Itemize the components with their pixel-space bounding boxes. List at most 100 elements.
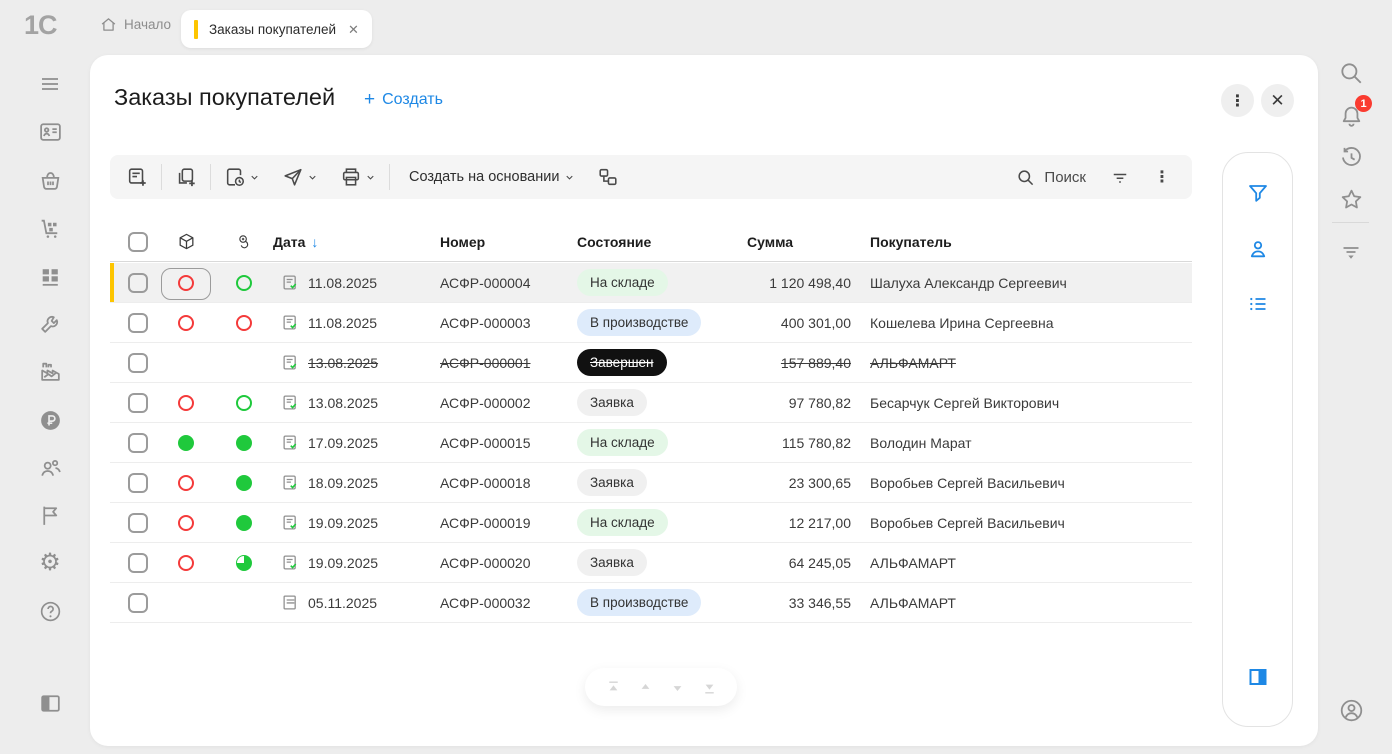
order-row[interactable]: 13.08.2025АСФР-000001Завершен157 889,40А…	[110, 343, 1192, 383]
column-number[interactable]: Номер	[440, 222, 485, 261]
order-row[interactable]: 05.11.2025АСФР-000032В производстве33 34…	[110, 583, 1192, 623]
settings-button[interactable]: ⚙	[35, 548, 65, 578]
row-checkbox[interactable]	[128, 273, 148, 293]
filter-list-button[interactable]	[1110, 167, 1130, 187]
menu-icon	[38, 72, 62, 96]
print-icon	[340, 166, 362, 188]
create-document-button[interactable]	[126, 166, 148, 188]
related-documents-icon	[597, 166, 619, 188]
document-icon	[282, 594, 299, 611]
favorites-button[interactable]	[1337, 185, 1365, 213]
row-checkbox[interactable]	[128, 353, 148, 373]
row-checkbox[interactable]	[128, 513, 148, 533]
chevron-down-icon	[564, 172, 575, 183]
section-warehouse-button[interactable]	[35, 261, 65, 291]
list-settings-button[interactable]	[1244, 290, 1272, 318]
toolbar-separator	[161, 164, 162, 190]
column-buyer[interactable]: Покупатель	[870, 222, 952, 261]
order-row[interactable]: 11.08.2025АСФР-000003В производстве400 3…	[110, 303, 1192, 343]
section-purchases-button[interactable]	[35, 213, 65, 243]
filter-panel-toggle-button[interactable]	[1244, 663, 1272, 691]
order-row[interactable]: 19.09.2025АСФР-000019На складе12 217,00В…	[110, 503, 1192, 543]
payment-status-indicator	[236, 435, 252, 451]
section-sales-button[interactable]	[35, 165, 65, 195]
section-staff-button[interactable]	[35, 453, 65, 483]
create-based-on-button[interactable]: Создать на основании	[403, 169, 575, 185]
scroll-bottom-button[interactable]	[701, 679, 718, 696]
order-row[interactable]: 17.09.2025АСФР-000015На складе115 780,82…	[110, 423, 1192, 463]
column-shipment[interactable]	[166, 222, 206, 261]
create-based-on-label: Создать на основании	[409, 169, 559, 185]
list-settings-icon	[1246, 292, 1270, 316]
column-date-label: Дата	[273, 234, 305, 250]
create-button-label: Создать	[382, 91, 443, 109]
tab-close-icon[interactable]: ✕	[348, 23, 359, 36]
document-period-button[interactable]	[224, 166, 260, 188]
history-button[interactable]	[1337, 143, 1365, 171]
card-close-button[interactable]: ✕	[1261, 84, 1294, 117]
document-posted-icon	[282, 354, 299, 371]
order-date: 11.08.2025	[308, 275, 377, 291]
select-all-checkbox[interactable]	[128, 222, 148, 261]
copy-document-button[interactable]	[175, 166, 197, 188]
menu-button[interactable]	[35, 69, 65, 99]
order-row[interactable]: 11.08.2025АСФР-000004На складе1 120 498,…	[110, 263, 1192, 303]
list-more-button[interactable]: ⋮	[1154, 167, 1170, 187]
section-company-button[interactable]	[35, 500, 65, 530]
toolbar-right-group: Поиск ⋮	[1016, 167, 1176, 187]
related-documents-button[interactable]	[597, 166, 619, 188]
order-sum: 64 245,05	[670, 543, 851, 582]
panel-collapse-button[interactable]	[1337, 238, 1365, 266]
status-pill: На складе	[577, 509, 668, 536]
right-rail-divider	[1332, 222, 1369, 223]
card-more-button[interactable]: ⋮	[1221, 84, 1254, 117]
global-search-button[interactable]	[1337, 59, 1365, 87]
help-button[interactable]	[35, 596, 65, 626]
order-row[interactable]: 18.09.2025АСФР-000018Заявка23 300,65Воро…	[110, 463, 1192, 503]
column-payment[interactable]	[224, 222, 264, 261]
search-button[interactable]: Поиск	[1016, 168, 1086, 187]
tab-customer-orders[interactable]: Заказы покупателей ✕	[181, 10, 372, 48]
column-sum[interactable]: Сумма	[747, 222, 793, 261]
row-checkbox[interactable]	[128, 553, 148, 573]
row-checkbox[interactable]	[128, 433, 148, 453]
row-checkbox[interactable]	[128, 313, 148, 333]
order-buyer: АЛЬФАМАРТ	[870, 543, 956, 582]
row-checkbox[interactable]	[128, 393, 148, 413]
order-date: 13.08.2025	[308, 395, 378, 411]
payment-status-indicator	[236, 395, 252, 411]
row-checkbox[interactable]	[128, 593, 148, 613]
notification-badge: 1	[1355, 95, 1372, 112]
chevron-down-icon	[307, 172, 318, 183]
scroll-down-button[interactable]	[669, 679, 686, 696]
send-button[interactable]	[282, 166, 318, 188]
column-date[interactable]: Дата ↓	[273, 222, 318, 261]
scroll-up-button[interactable]	[637, 679, 654, 696]
filter-button[interactable]	[1244, 179, 1272, 207]
app-root: { "icons": { "kebab": "⋮", "close": "✕",…	[0, 0, 1392, 754]
chevron-down-icon	[365, 172, 376, 183]
order-row[interactable]: 19.09.2025АСФР-000020Заявка64 245,05АЛЬФ…	[110, 543, 1192, 583]
scroll-top-button[interactable]	[605, 679, 622, 696]
sort-descending-icon: ↓	[311, 234, 318, 250]
coins-icon	[236, 233, 253, 250]
account-button[interactable]	[1337, 696, 1365, 724]
notifications-button[interactable]: 1	[1337, 102, 1365, 130]
section-money-button[interactable]	[35, 405, 65, 435]
payment-status-indicator	[236, 515, 252, 531]
order-row[interactable]: 13.08.2025АСФР-000002Заявка97 780,82Беса…	[110, 383, 1192, 423]
sidebar-collapse-button[interactable]	[35, 688, 65, 718]
section-services-button[interactable]	[35, 308, 65, 338]
print-button[interactable]	[340, 166, 376, 188]
section-production-button[interactable]	[35, 356, 65, 386]
order-date: 18.09.2025	[308, 475, 378, 491]
home-button[interactable]: Начало	[100, 0, 171, 48]
order-sum: 400 301,00	[670, 303, 851, 342]
column-status[interactable]: Состояние	[577, 222, 651, 261]
order-buyer: Шалуха Александр Сергеевич	[870, 263, 1067, 302]
row-checkbox[interactable]	[128, 473, 148, 493]
create-button[interactable]: + Создать	[364, 89, 443, 111]
section-crm-button[interactable]	[35, 116, 65, 146]
document-posted-icon	[282, 434, 299, 451]
responsible-filter-button[interactable]	[1244, 235, 1272, 263]
